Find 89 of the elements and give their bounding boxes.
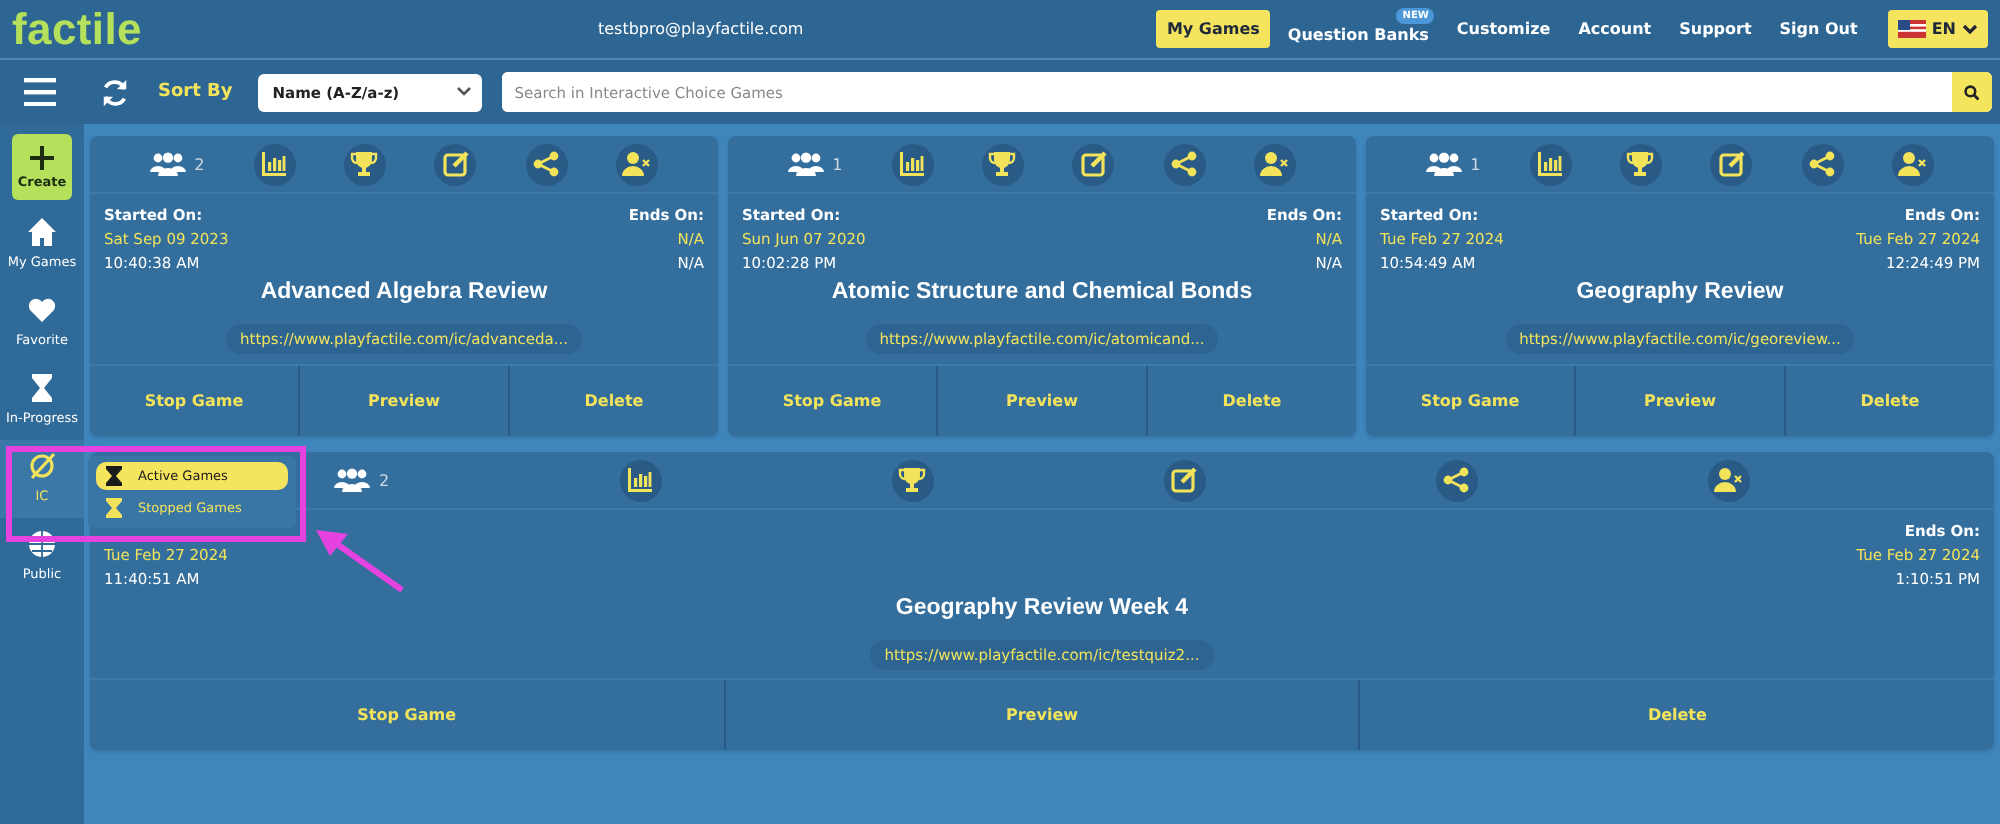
remove-user-icon xyxy=(1898,150,1927,178)
remove-user-icon xyxy=(1260,150,1289,178)
action-button[interactable]: Delete xyxy=(1146,366,1356,436)
remove-player-button[interactable] xyxy=(1891,143,1934,185)
hourglass-icon xyxy=(106,498,122,518)
pointer-arrow xyxy=(310,524,410,596)
edit-button[interactable] xyxy=(434,143,477,185)
bar-chart-icon xyxy=(1536,150,1565,178)
nav-link[interactable]: Support xyxy=(1669,10,1762,48)
player-count: 2 xyxy=(194,155,205,173)
bar-chart-icon xyxy=(626,466,655,494)
action-button[interactable]: Preview xyxy=(936,366,1146,436)
players-icon xyxy=(1426,152,1463,176)
chart-button[interactable] xyxy=(253,143,296,185)
language-button[interactable]: EN xyxy=(1887,10,1988,48)
action-button[interactable]: Delete xyxy=(1784,366,1994,436)
trophy-button[interactable] xyxy=(981,143,1024,185)
game-title: Advanced Algebra Review xyxy=(258,280,550,304)
edit-button[interactable] xyxy=(1710,143,1753,185)
chart-button[interactable] xyxy=(619,459,662,501)
edit-icon xyxy=(1717,150,1746,178)
remove-player-button[interactable] xyxy=(1253,143,1296,185)
share-button[interactable] xyxy=(1163,143,1205,185)
action-button[interactable]: Stop Game xyxy=(728,366,936,436)
action-button[interactable]: Stop Game xyxy=(90,680,724,750)
plus-icon xyxy=(30,145,54,169)
remove-user-icon xyxy=(622,150,651,178)
game-title: Atomic Structure and Chemical Bonds xyxy=(829,280,1255,304)
trophy-icon xyxy=(1626,150,1655,178)
action-button[interactable]: Stop Game xyxy=(1366,366,1574,436)
nav-link[interactable]: Customize xyxy=(1446,10,1561,48)
chart-button[interactable] xyxy=(891,143,934,185)
action-button[interactable]: Preview xyxy=(723,680,1359,750)
trophy-button[interactable] xyxy=(343,143,386,185)
nav-link[interactable]: My Games xyxy=(1156,10,1270,48)
player-count: 2 xyxy=(378,471,390,489)
search-icon xyxy=(1964,83,1980,101)
hourglass-icon xyxy=(26,372,58,404)
caret-icon xyxy=(456,86,473,98)
heart-icon xyxy=(26,294,58,326)
game-title: Geography Review xyxy=(1574,280,1786,304)
circle-slash-icon xyxy=(26,450,58,482)
caret-icon xyxy=(1962,23,1978,35)
nav-link[interactable]: Sign Out xyxy=(1769,10,1868,48)
globe-icon xyxy=(26,528,58,560)
share-icon xyxy=(1808,150,1836,178)
players-icon xyxy=(334,468,371,492)
bar-chart-icon xyxy=(260,150,289,178)
share-icon xyxy=(1442,466,1471,494)
trophy-icon xyxy=(988,150,1017,178)
flag-icon xyxy=(1897,20,1926,38)
action-button[interactable]: Preview xyxy=(298,366,508,436)
edit-icon xyxy=(1079,150,1108,178)
sort-label: Sort By xyxy=(158,82,233,102)
players-icon xyxy=(788,152,825,176)
share-button[interactable] xyxy=(1801,143,1843,185)
menu-icon[interactable] xyxy=(24,78,56,106)
action-button[interactable]: Delete xyxy=(1358,680,1995,750)
nav-link[interactable]: Account xyxy=(1568,10,1662,48)
share-button[interactable] xyxy=(525,143,567,185)
share-icon xyxy=(1170,150,1198,178)
player-count: 1 xyxy=(832,155,843,173)
bar-chart-icon xyxy=(898,150,927,178)
trophy-button[interactable] xyxy=(1619,143,1662,185)
edit-icon xyxy=(441,150,470,178)
edit-button[interactable] xyxy=(1163,459,1206,501)
user-email: testbpro@playfactile.com xyxy=(597,20,804,38)
trophy-icon xyxy=(898,466,927,494)
action-button[interactable]: Stop Game xyxy=(90,366,298,436)
remove-player-button[interactable] xyxy=(615,143,658,185)
logo[interactable]: factile xyxy=(12,3,142,55)
action-button[interactable]: Preview xyxy=(1574,366,1784,436)
players-icon xyxy=(150,152,187,176)
refresh-icon[interactable] xyxy=(100,77,130,107)
game-title: Geography Review Week 4 xyxy=(893,596,1191,620)
hourglass-icon xyxy=(106,466,122,486)
player-count: 1 xyxy=(1470,155,1481,173)
edit-button[interactable] xyxy=(1072,143,1115,185)
remove-player-button[interactable] xyxy=(1707,459,1749,501)
search-button[interactable] xyxy=(1952,72,1992,112)
action-button[interactable]: Delete xyxy=(508,366,718,436)
trophy-button[interactable] xyxy=(891,459,934,501)
edit-icon xyxy=(1170,466,1199,494)
chart-button[interactable] xyxy=(1529,143,1572,185)
share-icon xyxy=(532,150,560,178)
share-button[interactable] xyxy=(1435,459,1478,501)
home-icon xyxy=(26,216,58,248)
trophy-icon xyxy=(350,150,379,178)
remove-user-icon xyxy=(1714,466,1742,494)
